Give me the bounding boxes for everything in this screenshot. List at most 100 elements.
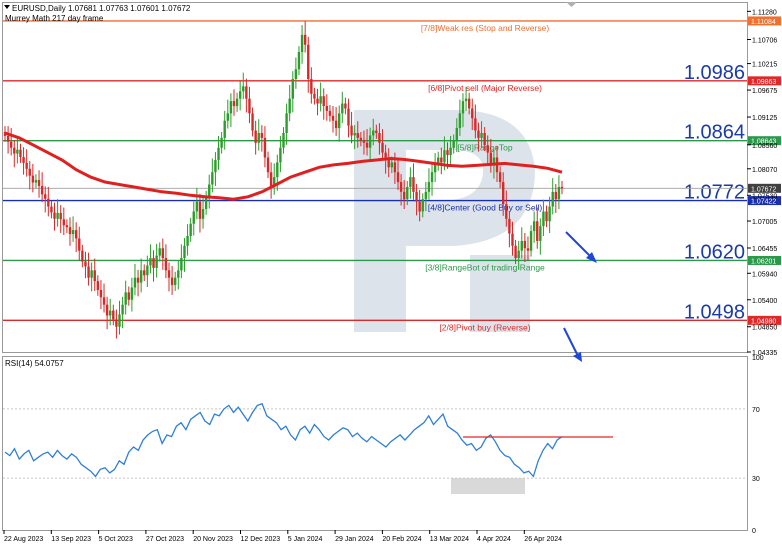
candle-body <box>310 79 313 94</box>
candle-body <box>328 110 332 116</box>
time-axis-label: 27 Oct 2023 <box>146 536 184 543</box>
price-axis-label: 1.10706 <box>752 37 777 44</box>
candle-body <box>257 132 260 143</box>
candle-body <box>458 113 462 129</box>
candle-body <box>71 230 75 235</box>
candle-body <box>545 211 548 222</box>
murrey-level-label: [6/8]Pivot sell (Major Reverse) <box>428 83 542 93</box>
candle-body <box>81 250 84 262</box>
candle-body <box>409 177 412 187</box>
candle-body <box>508 218 511 234</box>
current-price-tag-text: 1.07672 <box>751 186 776 193</box>
candle-body <box>189 223 192 236</box>
price-axis-label: 1.06455 <box>752 246 777 253</box>
key-level-value: 1.0772 <box>684 182 745 204</box>
candle-body <box>22 157 25 163</box>
candle-body <box>62 219 65 226</box>
candle-body <box>65 225 69 228</box>
price-axis-label: 1.05940 <box>752 271 777 278</box>
candle-body <box>161 248 165 259</box>
candle-body <box>412 177 415 192</box>
candle-body <box>152 258 155 268</box>
candle-body <box>322 96 325 107</box>
candle-body <box>430 172 434 183</box>
candle-body <box>74 230 78 239</box>
time-axis-label: 20 Feb 2024 <box>382 536 421 543</box>
candle-body <box>16 149 19 154</box>
candle-body <box>177 270 180 278</box>
level-price-tag-text: 1.09863 <box>751 79 776 86</box>
candle-body <box>536 221 539 241</box>
time-axis-label: 13 Sep 2023 <box>51 536 91 543</box>
candle-body <box>480 132 483 138</box>
candle-body <box>368 135 372 148</box>
candle-body <box>313 93 316 99</box>
candle-body <box>350 125 353 136</box>
candle-body <box>288 98 291 114</box>
candle-body <box>511 233 514 246</box>
candle-body <box>378 132 381 143</box>
candle-body <box>99 289 103 298</box>
candle-body <box>523 240 527 249</box>
key-level-value: 1.0620 <box>684 241 745 263</box>
candle-body <box>198 201 202 219</box>
candle-body <box>96 281 100 290</box>
candle-body <box>502 182 505 205</box>
candle-body <box>226 113 229 121</box>
candle-body <box>149 258 152 266</box>
candle-body <box>474 118 477 131</box>
candle-body <box>362 140 366 143</box>
candle-body <box>338 113 341 129</box>
price-axis-label: 1.04850 <box>752 325 777 332</box>
candle-body <box>440 157 443 163</box>
time-axis-label: 29 Jan 2024 <box>335 536 374 543</box>
rsi-panel-frame <box>2 356 748 531</box>
candle-body <box>124 292 127 305</box>
candle-body <box>232 101 236 107</box>
candle-body <box>554 191 558 200</box>
indicator-header: Murrey Math 217 day frame <box>5 14 104 23</box>
candle-body <box>551 191 554 207</box>
candle-body <box>396 172 400 183</box>
candle-body <box>220 137 223 148</box>
candle-body <box>40 185 44 195</box>
candle-body <box>526 248 530 251</box>
candle-body <box>195 201 199 212</box>
candle-body <box>204 196 208 210</box>
candle-body <box>121 304 124 315</box>
candle-body <box>192 211 195 224</box>
candle-body <box>78 238 81 251</box>
candle-body <box>56 212 59 219</box>
candle-body <box>279 147 282 163</box>
price-axis-label: 1.08070 <box>752 167 777 174</box>
candle-body <box>359 137 363 141</box>
candle-body <box>251 113 254 131</box>
candle-body <box>486 145 489 153</box>
candle-body <box>285 113 288 133</box>
candle-body <box>471 108 474 119</box>
candle-body <box>560 186 564 189</box>
candle-body <box>93 270 96 282</box>
candle-body <box>461 101 465 114</box>
candle-body <box>406 186 409 200</box>
candle-body <box>344 103 347 109</box>
candle-body <box>421 199 424 212</box>
candle-body <box>260 132 264 138</box>
rsi-axis-label: 0 <box>752 528 756 535</box>
candle-body <box>557 186 561 200</box>
time-axis-label: 26 Apr 2024 <box>524 536 562 543</box>
candle-body <box>102 297 106 305</box>
candle-body <box>263 137 267 158</box>
candle-body <box>229 101 233 114</box>
candle-body <box>139 270 143 283</box>
candle-body <box>514 245 517 259</box>
candle-body <box>517 250 520 259</box>
candle-body <box>365 142 369 148</box>
candle-body <box>433 164 437 173</box>
time-axis-label: 20 Nov 2023 <box>193 536 233 543</box>
candle-body <box>59 212 62 220</box>
candle-body <box>68 227 72 235</box>
candle-body <box>44 194 47 199</box>
candle-body <box>266 157 270 173</box>
candle-body <box>375 130 378 133</box>
